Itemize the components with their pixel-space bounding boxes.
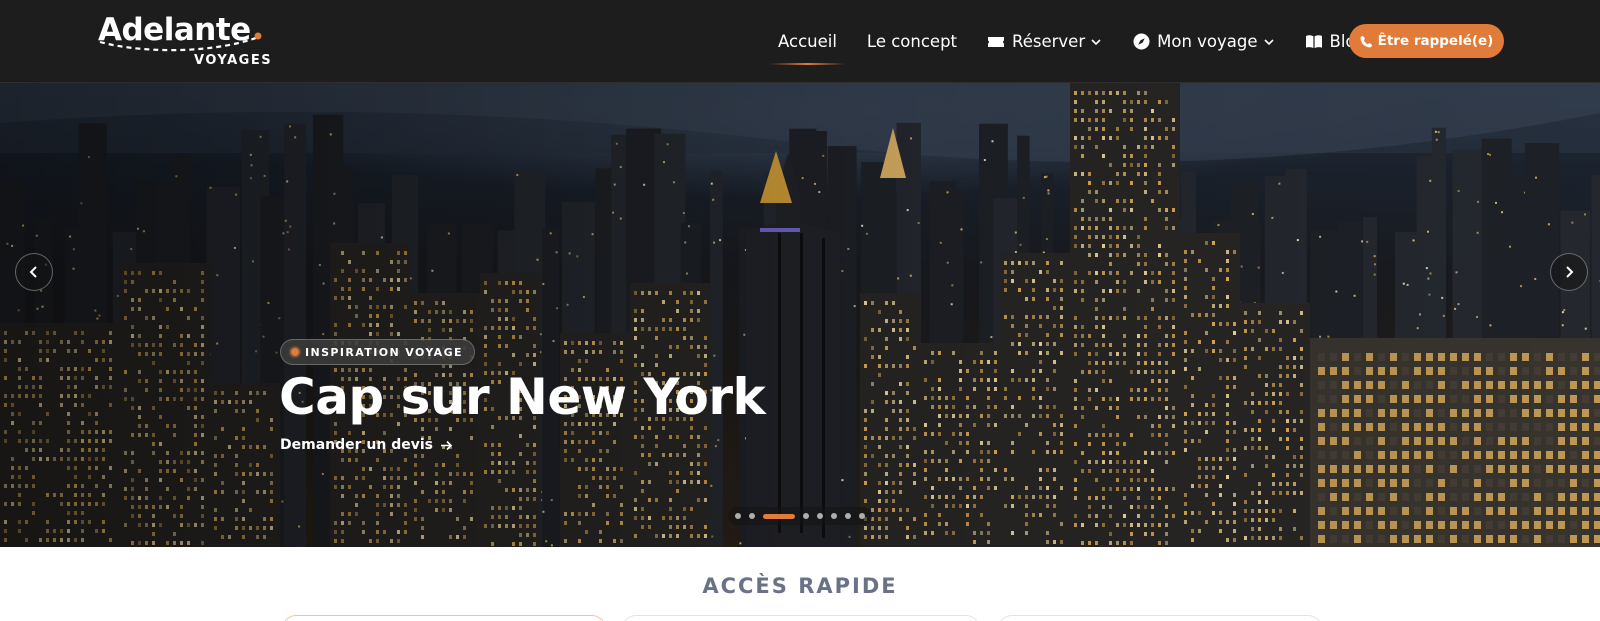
book-icon	[1305, 33, 1323, 51]
nav-le-concept[interactable]: Le concept	[867, 0, 957, 83]
badge-dot-icon	[291, 348, 299, 356]
svg-text:Adelante: Adelante	[98, 12, 251, 48]
slider-dot-active[interactable]	[763, 513, 795, 519]
compass-icon	[1132, 33, 1150, 51]
chevron-down-icon	[1263, 36, 1275, 48]
ticket-icon	[987, 33, 1005, 51]
site-header: Adelante VOYAGES Accueil Le concept Rése…	[0, 0, 1600, 83]
slider-dot[interactable]	[803, 513, 809, 519]
main-nav: Accueil Le concept Réserver Mon voyage B…	[770, 0, 1396, 83]
nav-accueil-label: Accueil	[778, 32, 837, 51]
nav-reserver-label: Réserver	[1012, 32, 1086, 51]
phone-icon	[1360, 35, 1373, 48]
slider-dot[interactable]	[749, 513, 755, 519]
arrow-right-icon	[440, 439, 453, 452]
chevron-left-icon	[29, 266, 37, 278]
slider-prev-button[interactable]	[15, 253, 53, 291]
request-quote-link[interactable]: Demander un devis	[280, 437, 453, 453]
nav-reserver[interactable]: Réserver	[987, 0, 1102, 83]
hero-title: Cap sur New York	[279, 368, 766, 426]
quick-access-card[interactable]	[998, 615, 1322, 621]
slider-dot[interactable]	[859, 513, 865, 519]
hero-badge-label: INSPIRATION VOYAGE	[305, 345, 463, 359]
nav-accueil[interactable]: Accueil	[770, 0, 845, 83]
quick-access-card[interactable]	[282, 615, 606, 621]
logo-subtitle: VOYAGES	[194, 53, 273, 68]
request-quote-label: Demander un devis	[280, 437, 433, 453]
brand-logo[interactable]: Adelante VOYAGES	[96, 10, 276, 72]
slider-next-button[interactable]	[1550, 253, 1588, 291]
callback-button[interactable]: Être rappelé(e)	[1349, 24, 1504, 58]
quick-access-heading: ACCÈS RAPIDE	[702, 574, 898, 598]
nav-mon-voyage[interactable]: Mon voyage	[1132, 0, 1274, 83]
nav-mon-voyage-label: Mon voyage	[1157, 32, 1258, 51]
hero-badge: INSPIRATION VOYAGE	[280, 339, 475, 365]
chevron-right-icon	[1566, 266, 1574, 278]
quick-access-card[interactable]	[622, 615, 980, 621]
slider-pagination	[728, 507, 872, 525]
callback-button-label: Être rappelé(e)	[1377, 33, 1494, 49]
hero-overlay	[0, 83, 1600, 547]
slider-dot[interactable]	[817, 513, 823, 519]
hero-slider: INSPIRATION VOYAGE Cap sur New York Dema…	[0, 83, 1600, 547]
chevron-down-icon	[1090, 36, 1102, 48]
nav-le-concept-label: Le concept	[866, 32, 958, 51]
slider-dot[interactable]	[831, 513, 837, 519]
slider-dot[interactable]	[845, 513, 851, 519]
slider-dot[interactable]	[735, 513, 741, 519]
